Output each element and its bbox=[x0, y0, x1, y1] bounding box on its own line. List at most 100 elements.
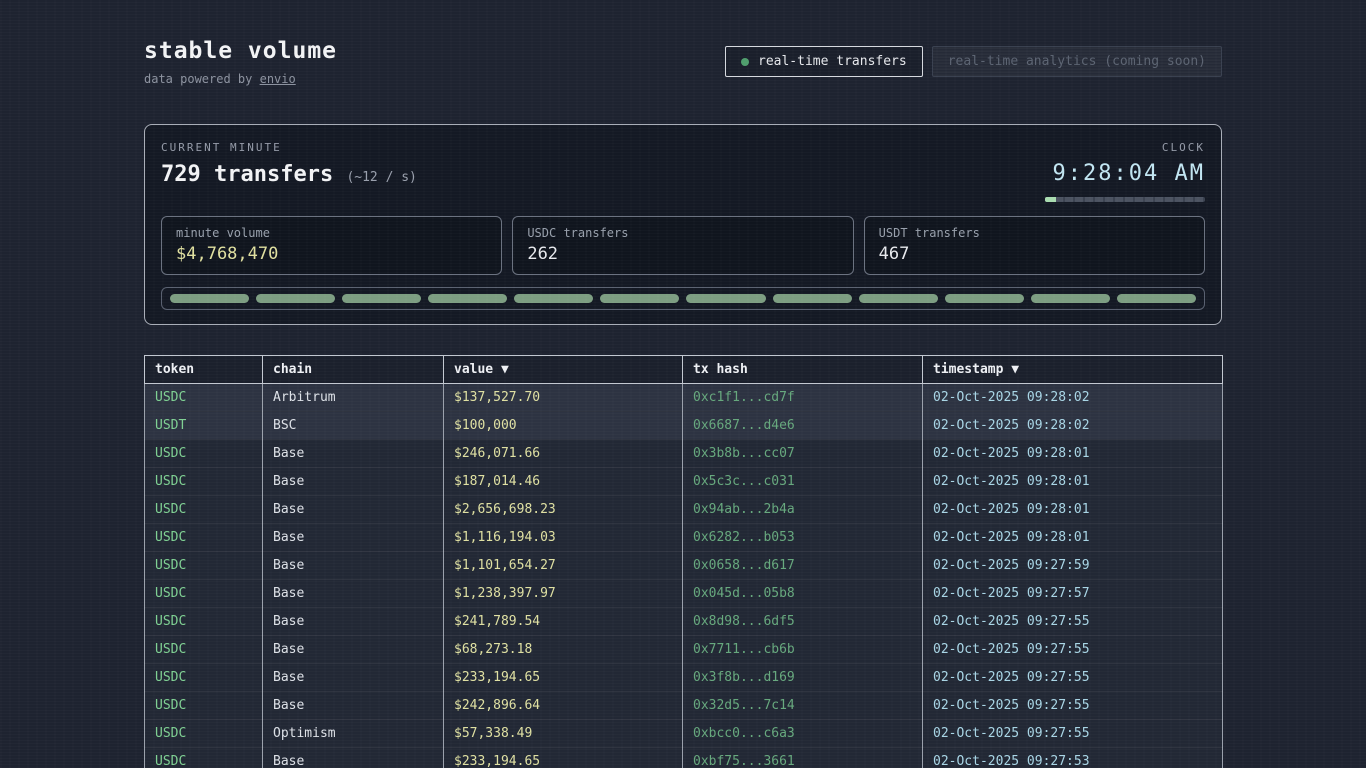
tx-hash-link[interactable]: 0x045d...05b8 bbox=[683, 580, 923, 608]
stat-boxes: minute volume $4,768,470 USDC transfers … bbox=[161, 216, 1205, 275]
tx-hash-link[interactable]: 0x6687...d4e6 bbox=[683, 412, 923, 440]
stat-box-usdc-transfers: USDC transfers 262 bbox=[512, 216, 853, 275]
value-cell: $57,338.49 bbox=[444, 720, 683, 748]
table-row: USDCBase$187,014.460x5c3c...c03102-Oct-2… bbox=[145, 468, 1223, 496]
tab-realtime-transfers[interactable]: real-time transfers bbox=[725, 46, 923, 77]
tx-hash-link[interactable]: 0x3b8b...cc07 bbox=[683, 440, 923, 468]
token-cell: USDT bbox=[145, 412, 263, 440]
value-cell: $233,194.65 bbox=[444, 748, 683, 768]
activity-segment bbox=[773, 294, 852, 303]
subtitle-text: data powered by bbox=[144, 72, 260, 86]
table-row: USDCBase$1,238,397.970x045d...05b802-Oct… bbox=[145, 580, 1223, 608]
token-cell: USDC bbox=[145, 524, 263, 552]
activity-segment bbox=[256, 294, 335, 303]
usdt-transfers-value: 467 bbox=[879, 244, 1190, 264]
token-cell: USDC bbox=[145, 580, 263, 608]
column-header-timestamp[interactable]: timestamp ▼ bbox=[923, 356, 1223, 384]
clock-block: CLOCK 9:28:04 AM bbox=[1045, 141, 1205, 202]
panel-top: CURRENT MINUTE 729 transfers (~12 / s) C… bbox=[161, 141, 1205, 202]
activity-bar bbox=[161, 287, 1205, 310]
timestamp-cell: 02-Oct-2025 09:28:02 bbox=[923, 412, 1223, 440]
timestamp-cell: 02-Oct-2025 09:27:55 bbox=[923, 664, 1223, 692]
table-row: USDTBSC$100,0000x6687...d4e602-Oct-2025 … bbox=[145, 412, 1223, 440]
usdc-transfers-value: 262 bbox=[527, 244, 838, 264]
value-cell: $100,000 bbox=[444, 412, 683, 440]
timestamp-cell: 02-Oct-2025 09:28:01 bbox=[923, 440, 1223, 468]
transfers-rate: (~12 / s) bbox=[346, 170, 416, 185]
chain-cell: Base bbox=[263, 468, 444, 496]
chain-cell: Base bbox=[263, 692, 444, 720]
stat-label: minute volume bbox=[176, 226, 487, 240]
tab-realtime-transfers-label: real-time transfers bbox=[758, 54, 907, 69]
chain-cell: BSC bbox=[263, 412, 444, 440]
chain-cell: Arbitrum bbox=[263, 384, 444, 412]
timestamp-cell: 02-Oct-2025 09:27:55 bbox=[923, 636, 1223, 664]
token-cell: USDC bbox=[145, 440, 263, 468]
table-row: USDCArbitrum$137,527.700xc1f1...cd7f02-O… bbox=[145, 384, 1223, 412]
stat-box-usdt-transfers: USDT transfers 467 bbox=[864, 216, 1205, 275]
topbar: stable volume data powered by envio real… bbox=[144, 38, 1222, 86]
timestamp-cell: 02-Oct-2025 09:27:55 bbox=[923, 608, 1223, 636]
tx-hash-link[interactable]: 0x3f8b...d169 bbox=[683, 664, 923, 692]
token-cell: USDC bbox=[145, 496, 263, 524]
token-cell: USDC bbox=[145, 608, 263, 636]
tx-hash-link[interactable]: 0x32d5...7c14 bbox=[683, 692, 923, 720]
current-minute-panel: CURRENT MINUTE 729 transfers (~12 / s) C… bbox=[144, 124, 1222, 325]
view-tabs: real-time transfers real-time analytics … bbox=[725, 46, 1222, 77]
clock-label: CLOCK bbox=[1045, 141, 1205, 154]
activity-segment bbox=[428, 294, 507, 303]
subtitle: data powered by envio bbox=[144, 72, 337, 86]
tx-hash-link[interactable]: 0x5c3c...c031 bbox=[683, 468, 923, 496]
tx-hash-link[interactable]: 0xbcc0...c6a3 bbox=[683, 720, 923, 748]
chain-cell: Base bbox=[263, 580, 444, 608]
token-cell: USDC bbox=[145, 692, 263, 720]
value-cell: $242,896.64 bbox=[444, 692, 683, 720]
envio-link[interactable]: envio bbox=[260, 72, 296, 86]
column-header-token: token bbox=[145, 356, 263, 384]
activity-segment bbox=[170, 294, 249, 303]
activity-segment bbox=[945, 294, 1024, 303]
token-cell: USDC bbox=[145, 636, 263, 664]
stat-label: USDT transfers bbox=[879, 226, 1190, 240]
page-title: stable volume bbox=[144, 38, 337, 64]
tx-hash-link[interactable]: 0x8d98...6df5 bbox=[683, 608, 923, 636]
tx-hash-link[interactable]: 0xc1f1...cd7f bbox=[683, 384, 923, 412]
value-cell: $246,071.66 bbox=[444, 440, 683, 468]
chain-cell: Base bbox=[263, 608, 444, 636]
transfers-count-value: 729 transfers bbox=[161, 162, 333, 187]
tx-hash-link[interactable]: 0x7711...cb6b bbox=[683, 636, 923, 664]
timestamp-cell: 02-Oct-2025 09:28:01 bbox=[923, 496, 1223, 524]
value-cell: $233,194.65 bbox=[444, 664, 683, 692]
token-cell: USDC bbox=[145, 384, 263, 412]
chain-cell: Base bbox=[263, 496, 444, 524]
value-cell: $1,238,397.97 bbox=[444, 580, 683, 608]
stat-label: USDC transfers bbox=[527, 226, 838, 240]
tx-hash-link[interactable]: 0x0658...d617 bbox=[683, 552, 923, 580]
timestamp-cell: 02-Oct-2025 09:27:55 bbox=[923, 692, 1223, 720]
activity-segment bbox=[1117, 294, 1196, 303]
current-minute-label: CURRENT MINUTE bbox=[161, 141, 417, 154]
transfers-count: 729 transfers (~12 / s) bbox=[161, 162, 417, 187]
chain-cell: Base bbox=[263, 552, 444, 580]
tx-hash-link[interactable]: 0xbf75...3661 bbox=[683, 748, 923, 768]
value-cell: $2,656,698.23 bbox=[444, 496, 683, 524]
table-row: USDCBase$233,194.650xbf75...366102-Oct-2… bbox=[145, 748, 1223, 768]
activity-segment bbox=[1031, 294, 1110, 303]
tx-hash-link[interactable]: 0x94ab...2b4a bbox=[683, 496, 923, 524]
column-header-chain: chain bbox=[263, 356, 444, 384]
minute-volume-value: $4,768,470 bbox=[176, 244, 487, 264]
timestamp-cell: 02-Oct-2025 09:27:59 bbox=[923, 552, 1223, 580]
token-cell: USDC bbox=[145, 748, 263, 768]
chain-cell: Optimism bbox=[263, 720, 444, 748]
table-row: USDCOptimism$57,338.490xbcc0...c6a302-Oc… bbox=[145, 720, 1223, 748]
token-cell: USDC bbox=[145, 468, 263, 496]
current-minute-block: CURRENT MINUTE 729 transfers (~12 / s) bbox=[161, 141, 417, 202]
title-block: stable volume data powered by envio bbox=[144, 38, 337, 86]
table-row: USDCBase$68,273.180x7711...cb6b02-Oct-20… bbox=[145, 636, 1223, 664]
timestamp-cell: 02-Oct-2025 09:28:01 bbox=[923, 468, 1223, 496]
table-row: USDCBase$2,656,698.230x94ab...2b4a02-Oct… bbox=[145, 496, 1223, 524]
column-header-value[interactable]: value ▼ bbox=[444, 356, 683, 384]
chain-cell: Base bbox=[263, 664, 444, 692]
tx-hash-link[interactable]: 0x6282...b053 bbox=[683, 524, 923, 552]
table-row: USDCBase$242,896.640x32d5...7c1402-Oct-2… bbox=[145, 692, 1223, 720]
